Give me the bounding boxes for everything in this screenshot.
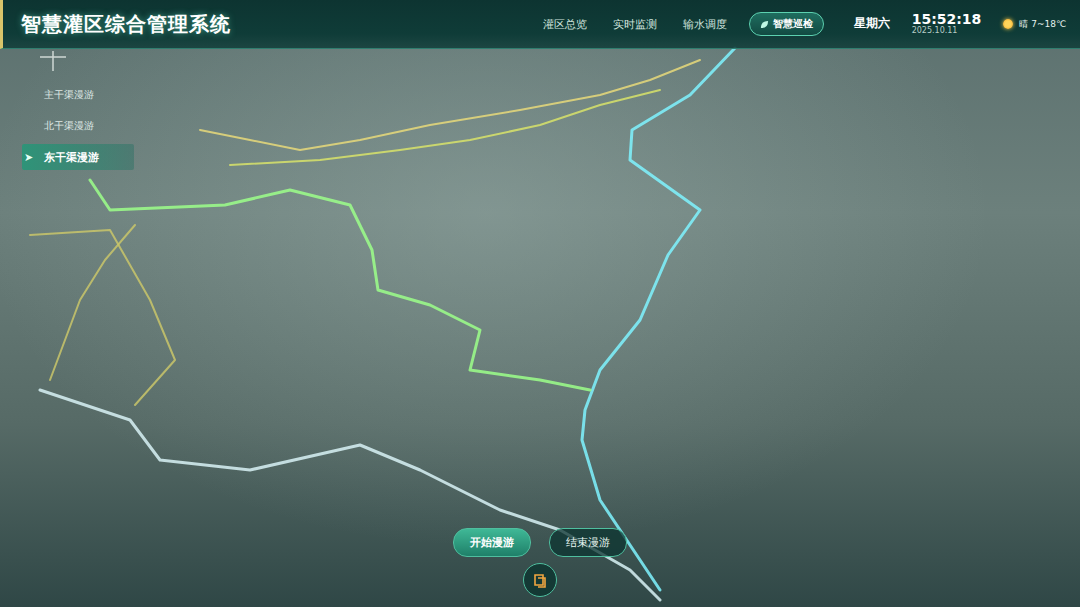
north-canal[interactable]: [90, 180, 590, 390]
arrow-icon: ➤: [24, 151, 36, 164]
branch-canal[interactable]: [230, 90, 660, 165]
time: 15:52:18: [912, 12, 982, 27]
weather: 晴 7~18℃: [1003, 18, 1066, 31]
tour-button[interactable]: 开始漫游: [453, 528, 531, 557]
nav-item[interactable]: 智慧巡检: [749, 12, 824, 36]
main-nav: 灌区总览实时监测输水调度智慧巡检: [539, 12, 824, 36]
leaf-icon: [760, 20, 769, 29]
system-title: 智慧灌区综合管理系统: [21, 11, 539, 38]
west-canal[interactable]: [30, 230, 175, 405]
tour-menu: 主干渠漫游北干渠漫游 ➤东干渠漫游: [0, 49, 134, 528]
clock: 星期六 15:52:182025.10.11: [854, 12, 982, 35]
nav-item[interactable]: 灌区总览: [539, 13, 591, 36]
nav-item[interactable]: 输水调度: [679, 13, 731, 36]
west-canal[interactable]: [50, 225, 135, 380]
sun-icon: [1003, 19, 1013, 29]
view-toggle-button[interactable]: [523, 563, 557, 597]
tour-item[interactable]: 北干渠漫游: [22, 113, 134, 139]
weekday: 星期六: [854, 15, 890, 32]
cube-icon: [532, 572, 548, 588]
tour-item[interactable]: ➤东干渠漫游: [22, 144, 134, 170]
app-screen: 智慧灌区综合管理系统灌区总览实时监测输水调度智慧巡检 星期六 15:52:18202…: [0, 0, 1080, 607]
tour-item[interactable]: 主干渠漫游: [22, 82, 134, 108]
header-bar: 智慧灌区综合管理系统灌区总览实时监测输水调度智慧巡检 星期六 15:52:18202…: [0, 0, 1080, 49]
tour-controls: 开始漫游结束漫游: [0, 528, 1080, 607]
main-canal[interactable]: [40, 390, 660, 600]
branch-canal[interactable]: [200, 60, 700, 150]
tour-button[interactable]: 结束漫游: [549, 528, 627, 557]
nav-item[interactable]: 实时监测: [609, 13, 661, 36]
canal-network: [0, 0, 1080, 607]
east-canal[interactable]: [582, 48, 735, 590]
compass-icon: [38, 51, 68, 71]
date: 2025.10.11: [912, 27, 982, 35]
terrain-map[interactable]: [0, 0, 1080, 607]
